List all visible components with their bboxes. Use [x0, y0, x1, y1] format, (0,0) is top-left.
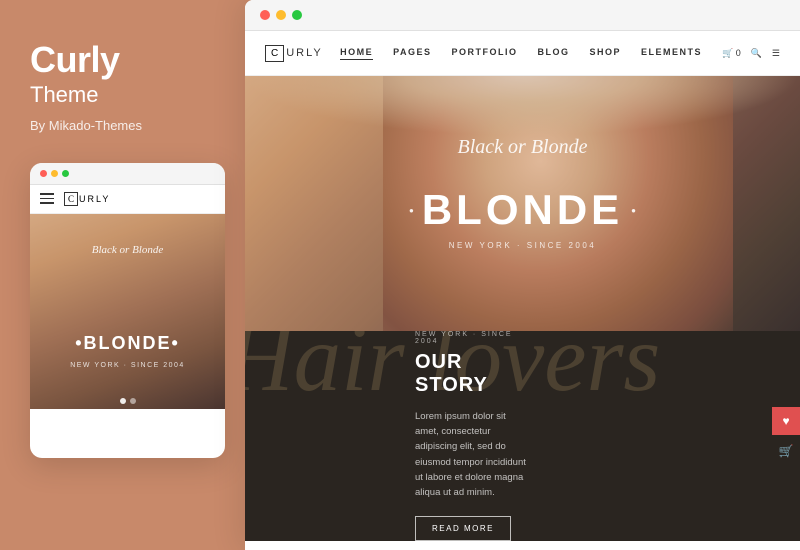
mobile-logo-rest: URLY — [79, 194, 110, 204]
dark-section-body: Lorem ipsum dolor sit amet, consectetur … — [415, 409, 530, 500]
nav-link-portfolio[interactable]: PORTFOLIO — [451, 47, 517, 60]
desktop-logo: C URLY — [265, 45, 323, 62]
nav-link-pages[interactable]: PAGES — [393, 47, 431, 60]
chrome-dot-red — [260, 10, 270, 20]
mobile-slide-indicators — [30, 398, 225, 404]
mobile-dot-yellow — [51, 170, 58, 177]
desktop-hero-title-row: ● BLONDE ● — [245, 186, 800, 234]
dark-section-content: NEW YORK · SINCE 2004 OUR STORY Lorem ip… — [245, 331, 800, 541]
floating-heart-icon[interactable]: ♥ — [772, 407, 800, 435]
mobile-hero-script: Black or Blonde — [30, 244, 225, 256]
desktop-logo-text: URLY — [286, 47, 323, 59]
hero-hair-overlay — [245, 76, 800, 136]
desktop-nav: C URLY HOME PAGES PORTFOLIO BLOG SHOP EL… — [245, 31, 800, 76]
desktop-hero-section: Black or Blonde ● BLONDE ● NEW YORK · SI… — [245, 76, 800, 331]
desktop-window-chrome — [245, 0, 800, 31]
desktop-nav-icons: 🛒 0 🔍 ☰ — [722, 48, 780, 59]
right-panel-desktop-preview: C URLY HOME PAGES PORTFOLIO BLOG SHOP EL… — [245, 0, 800, 550]
mobile-dots — [40, 170, 69, 177]
mobile-window-chrome — [30, 163, 225, 185]
read-more-button[interactable]: READ MORE — [415, 516, 511, 541]
hero-bullet-left: ● — [409, 206, 414, 215]
chrome-dot-green — [292, 10, 302, 20]
mobile-dot-green — [62, 170, 69, 177]
desktop-hero-subtitle: NEW YORK · SINCE 2004 — [245, 241, 800, 250]
brand-subtitle: Theme — [30, 82, 220, 108]
slide-indicator-2[interactable] — [130, 398, 136, 404]
mobile-nav-bar: C URLY — [30, 185, 225, 214]
mobile-preview-card: C URLY Black or Blonde •BLONDE• NEW YORK… — [30, 163, 225, 458]
desktop-nav-links: HOME PAGES PORTFOLIO BLOG SHOP ELEMENTS — [340, 47, 702, 60]
mobile-logo-c: C — [64, 192, 78, 206]
floating-side-icons: ♥ 🛒 — [772, 407, 800, 465]
slide-indicator-1[interactable] — [120, 398, 126, 404]
desktop-logo-c: C — [265, 45, 284, 62]
nav-link-home[interactable]: HOME — [340, 47, 373, 60]
hamburger-icon[interactable] — [40, 193, 54, 204]
mobile-dot-red — [40, 170, 47, 177]
desktop-dark-section: Hair lovers NEW YORK · SINCE 2004 OUR ST… — [245, 331, 800, 541]
brand-by: By Mikado-Themes — [30, 118, 220, 133]
nav-link-shop[interactable]: SHOP — [589, 47, 621, 60]
brand-title: Curly — [30, 40, 220, 80]
nav-link-elements[interactable]: ELEMENTS — [641, 47, 702, 60]
left-panel: Curly Theme By Mikado-Themes C URLY Blac — [0, 0, 245, 550]
mobile-logo: C URLY — [64, 192, 110, 206]
hero-bullet-right: ● — [631, 206, 636, 215]
dark-sub-label: NEW YORK · SINCE 2004 — [415, 331, 530, 345]
menu-icon[interactable]: ☰ — [772, 48, 780, 59]
mobile-hero-sub: NEW YORK · SINCE 2004 — [30, 362, 225, 369]
mobile-hero: Black or Blonde •BLONDE• NEW YORK · SINC… — [30, 214, 225, 409]
floating-cart-icon[interactable]: 🛒 — [772, 437, 800, 465]
search-icon[interactable]: 🔍 — [751, 48, 762, 59]
chrome-dot-yellow — [276, 10, 286, 20]
cart-icon[interactable]: 🛒 0 — [722, 48, 741, 59]
dark-section-title: OUR STORY — [415, 351, 530, 397]
mobile-hero-title: •BLONDE• — [30, 333, 225, 354]
nav-link-blog[interactable]: BLOG — [537, 47, 569, 60]
desktop-hero-script: Black or Blonde — [245, 136, 800, 159]
desktop-hero-title: BLONDE — [422, 186, 623, 234]
